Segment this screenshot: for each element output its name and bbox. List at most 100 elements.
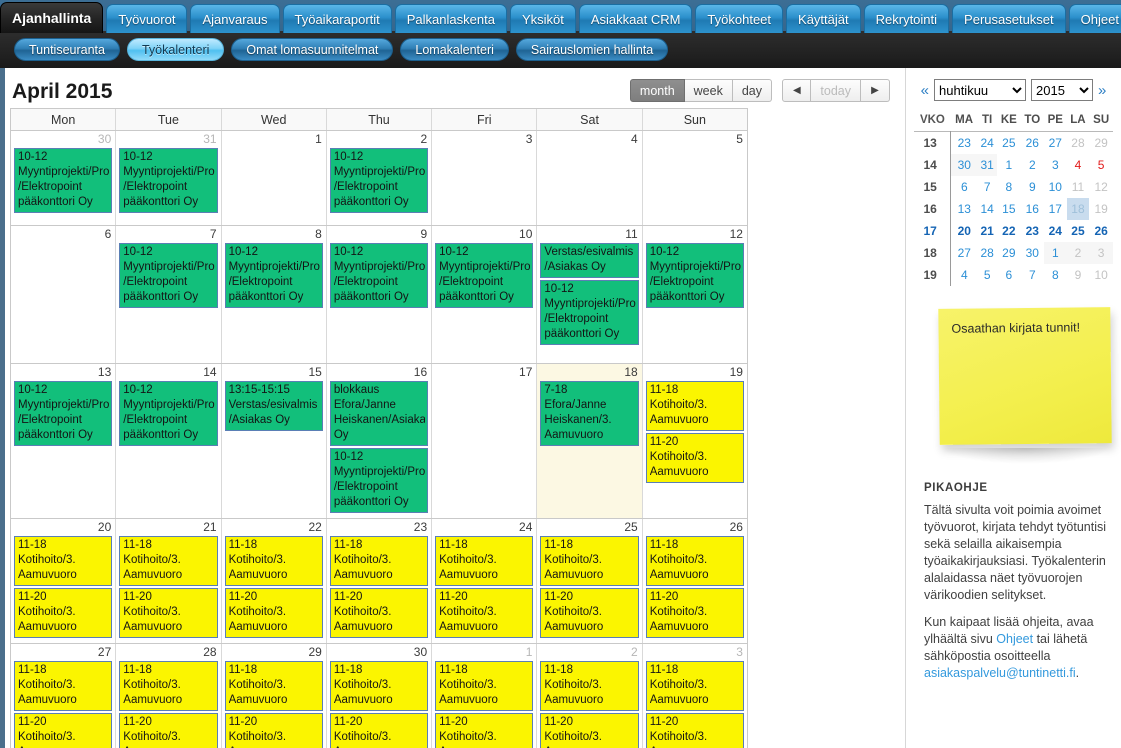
mini-week-row[interactable]: 16 13 14 15 16 17 18 19 [914, 198, 1113, 220]
day-cell[interactable]: 17 [431, 364, 537, 518]
mini-day-cell[interactable]: 27 [951, 242, 977, 264]
calendar-event[interactable]: 13:15-15:15 Verstas/esivalmis/Asiakas Oy [224, 381, 323, 431]
day-cell[interactable]: 9 10-12 Myyntiprojekti/Pro/Elektropoint pää… [325, 226, 432, 363]
calendar-event[interactable]: 11-18 Kotihoito/3. Aamuvuoro [435, 661, 534, 711]
calendar-event[interactable]: 11-20Kotihoito/3.Aamuvuoro [224, 713, 323, 748]
calendar-event[interactable]: 11-18 Kotihoito/3. Aamuvuoro [645, 381, 744, 431]
mini-day-cell[interactable]: 27 [1044, 132, 1067, 155]
calendar-event[interactable]: 10-12 Myyntiprojekti/Pro/Elektropoint pääk… [224, 243, 323, 308]
day-cell[interactable]: 29 11-18 Kotihoito/3. Aamuvuoro 11-20 Kotihoi… [220, 644, 326, 748]
day-cell[interactable]: 30 11-18 Kotihoito/3. Aamuvuoro 11-20 Kotihoi… [325, 644, 432, 748]
day-cell[interactable]: 20 11-18 Kotihoito/3. Aamuvuoro 11-20 Kotihoi… [11, 519, 116, 643]
day-cell[interactable]: 1 [220, 131, 326, 225]
view-button-month[interactable]: month [629, 79, 685, 102]
day-cell[interactable]: 22 11-18 Kotihoito/3. Aamuvuoro 11-20 Kotihoi… [220, 519, 326, 643]
mini-day-cell[interactable]: 30 [1021, 242, 1044, 264]
prev-month-button[interactable]: ◀ [782, 79, 812, 102]
calendar-event[interactable]: 11-18 Kotihoito/3. Aamuvuoro [119, 536, 218, 586]
primary-tab-7[interactable]: Työkohteet [695, 4, 784, 33]
day-cell[interactable]: 18 7-18 Efora/Janne Heiskanen/3. Aamuvuoro [536, 364, 642, 518]
mini-day-cell[interactable]: 30 [950, 154, 978, 176]
mini-day-cell[interactable]: 20 [951, 220, 977, 242]
day-cell[interactable]: 2 10-12 Myyntiprojekti/Pro/Elektropoint pää… [325, 131, 432, 225]
mini-day-cell[interactable]: 5 [977, 264, 997, 286]
day-cell[interactable]: 11 Verstas/esivalmis/Asiakas Oy 10-12 Myynt… [536, 226, 642, 363]
primary-tab-2[interactable]: Ajanvaraus [190, 4, 280, 33]
calendar-event[interactable]: 11-20Kotihoito/3.Aamuvuoro [329, 713, 429, 748]
mini-week-row[interactable]: 19 4 5 6 7 8 9 10 [914, 264, 1113, 286]
day-cell[interactable]: 19 11-18 Kotihoito/3. Aamuvuoro 11-20 Kotihoi… [641, 364, 747, 518]
day-cell[interactable]: 25 11-18 Kotihoito/3. Aamuvuoro 11-20 Kotihoi… [536, 519, 642, 643]
calendar-event[interactable]: 10-12 Myyntiprojekti/Proj/Elektropoint pää… [645, 243, 744, 308]
calendar-event[interactable]: 11-20Kotihoito/3.Aamuvuoro [645, 433, 744, 483]
mini-day-cell[interactable]: 25 [1067, 220, 1090, 242]
calendar-event[interactable]: Verstas/esivalmis/Asiakas Oy [540, 243, 639, 278]
mini-day-cell[interactable]: 3 [1089, 242, 1113, 264]
month-select[interactable]: tammikuuhelmikuumaaliskuuhuhtikuutoukoku… [934, 79, 1026, 101]
calendar-event[interactable]: 10-12 Myyntiprojekti/Pro/Elektropoint pääk… [119, 381, 218, 446]
primary-tab-4[interactable]: Palkanlaskenta [394, 4, 507, 33]
mini-day-cell[interactable]: 6 [997, 264, 1021, 286]
day-cell[interactable]: 5 [641, 131, 747, 225]
day-cell[interactable]: 7 10-12 Myyntiprojekti/Pro/Elektropoint pää… [115, 226, 221, 363]
calendar-event[interactable]: 11-18 Kotihoito/3. Aamuvuoro [14, 661, 113, 711]
calendar-event[interactable]: 10-12 Myyntiprojekti/Pro/Elektropoint pääk… [329, 448, 429, 513]
mini-day-cell[interactable]: 9 [1067, 264, 1090, 286]
mini-day-cell[interactable]: 24 [977, 132, 997, 155]
day-cell[interactable]: 8 10-12 Myyntiprojekti/Pro/Elektropoint pää… [220, 226, 326, 363]
primary-tab-3[interactable]: Työaikaraportit [282, 4, 392, 33]
primary-tab-9[interactable]: Rekrytointi [863, 4, 950, 33]
secondary-tab-2[interactable]: Omat lomasuunnitelmat [231, 38, 394, 61]
day-cell[interactable]: 24 11-18 Kotihoito/3. Aamuvuoro 11-20 Kotihoi… [431, 519, 537, 643]
calendar-event[interactable]: 11-20Kotihoito/3.Aamuvuoro [435, 713, 534, 748]
calendar-event[interactable]: 11-20Kotihoito/3.Aamuvuoro [329, 588, 429, 638]
calendar-event[interactable]: 11-20Kotihoito/3.Aamuvuoro [224, 588, 323, 638]
calendar-event[interactable]: 10-12 Myyntiprojekti/Pro/Elektropoint pääk… [329, 243, 429, 308]
calendar-event[interactable]: 11-20Kotihoito/3.Aamuvuoro [119, 713, 218, 748]
calendar-event[interactable]: 11-18 Kotihoito/3. Aamuvuoro [645, 661, 744, 711]
mini-week-number[interactable]: 13 [914, 131, 952, 154]
day-cell[interactable]: 21 11-18 Kotihoito/3. Aamuvuoro 11-20 Kotihoi… [115, 519, 221, 643]
mini-day-cell[interactable]: 29 [997, 242, 1021, 264]
prev-year-icon[interactable]: « [921, 82, 929, 99]
calendar-event[interactable]: 7-18 Efora/Janne Heiskanen/3. Aamuvuoro [540, 381, 639, 446]
today-button[interactable]: today [811, 79, 861, 102]
day-cell[interactable]: 26 11-18 Kotihoito/3. Aamuvuoro 11-20 Kotihoi… [641, 519, 747, 643]
day-cell[interactable]: 31 10-12 Myyntiprojekti/Pro/Elektropoint pä… [115, 131, 221, 225]
calendar-event[interactable]: 10-12 Myyntiprojekti/Pro/Elektropoint pääk… [540, 280, 639, 345]
calendar-event[interactable]: 11-20Kotihoito/3.Aamuvuoro [540, 588, 639, 638]
ohjeet-link[interactable]: Ohjeet [996, 632, 1033, 646]
mini-week-row[interactable]: 17 20 21 22 23 24 25 26 [914, 220, 1113, 242]
day-cell[interactable]: 3 11-18 Kotihoito/3. Aamuvuoro 11-20 Kotihoit… [641, 644, 747, 748]
calendar-event[interactable]: 11-18 Kotihoito/3. Aamuvuoro [14, 536, 113, 586]
mini-day-cell[interactable]: 28 [1067, 132, 1090, 155]
mini-day-cell[interactable]: 4 [951, 264, 977, 286]
mini-day-cell[interactable]: 1 [997, 154, 1021, 176]
mini-day-cell[interactable]: 18 [1066, 198, 1090, 220]
mini-day-cell[interactable]: 5 [1089, 154, 1113, 176]
calendar-event[interactable]: 11-18 Kotihoito/3. Aamuvuoro [540, 661, 639, 711]
primary-tab-5[interactable]: Yksiköt [509, 4, 576, 33]
mini-day-cell[interactable]: 8 [997, 176, 1021, 198]
calendar-event[interactable]: 11-20Kotihoito/3.Aamuvuoro [645, 713, 744, 748]
mini-week-row[interactable]: 18 27 28 29 30 1 2 3 [914, 242, 1113, 264]
day-cell[interactable]: 27 11-18 Kotihoito/3. Aamuvuoro 11-20 Kotihoi… [11, 644, 116, 748]
calendar-event[interactable]: 11-20Kotihoito/3.Aamuvuoro [435, 588, 534, 638]
mini-week-number[interactable]: 16 [914, 198, 952, 220]
day-cell[interactable]: 28 11-18 Kotihoito/3. Aamuvuoro 11-20 Kotihoi… [115, 644, 221, 748]
calendar-event[interactable]: 11-18 Kotihoito/3. Aamuvuoro [540, 536, 639, 586]
mini-day-cell[interactable]: 15 [997, 198, 1021, 220]
mini-day-cell[interactable]: 23 [1021, 220, 1044, 242]
day-cell[interactable]: 15 13:15-15:15 Verstas/esivalmis/Asiakas O… [220, 364, 326, 518]
mini-day-cell[interactable]: 12 [1089, 176, 1113, 198]
calendar-event[interactable]: 11-18 Kotihoito/3. Aamuvuoro [329, 536, 429, 586]
mini-day-cell[interactable]: 11 [1067, 176, 1090, 198]
mini-day-cell[interactable]: 1 [1043, 242, 1067, 264]
mini-day-cell[interactable]: 3 [1044, 154, 1067, 176]
calendar-event[interactable]: 11-18 Kotihoito/3. Aamuvuoro [224, 536, 323, 586]
calendar-event[interactable]: 11-20Kotihoito/3.Aamuvuoro [14, 713, 113, 748]
day-cell[interactable]: 13 10-12 Myyntiprojekti/Pro/Elektropoint pä… [11, 364, 116, 518]
calendar-event[interactable]: 10-12 Myyntiprojekti/Pro/Elektropoint pääk… [119, 243, 218, 308]
mini-day-cell[interactable]: 7 [1021, 264, 1044, 286]
mini-week-number[interactable]: 19 [914, 264, 952, 286]
